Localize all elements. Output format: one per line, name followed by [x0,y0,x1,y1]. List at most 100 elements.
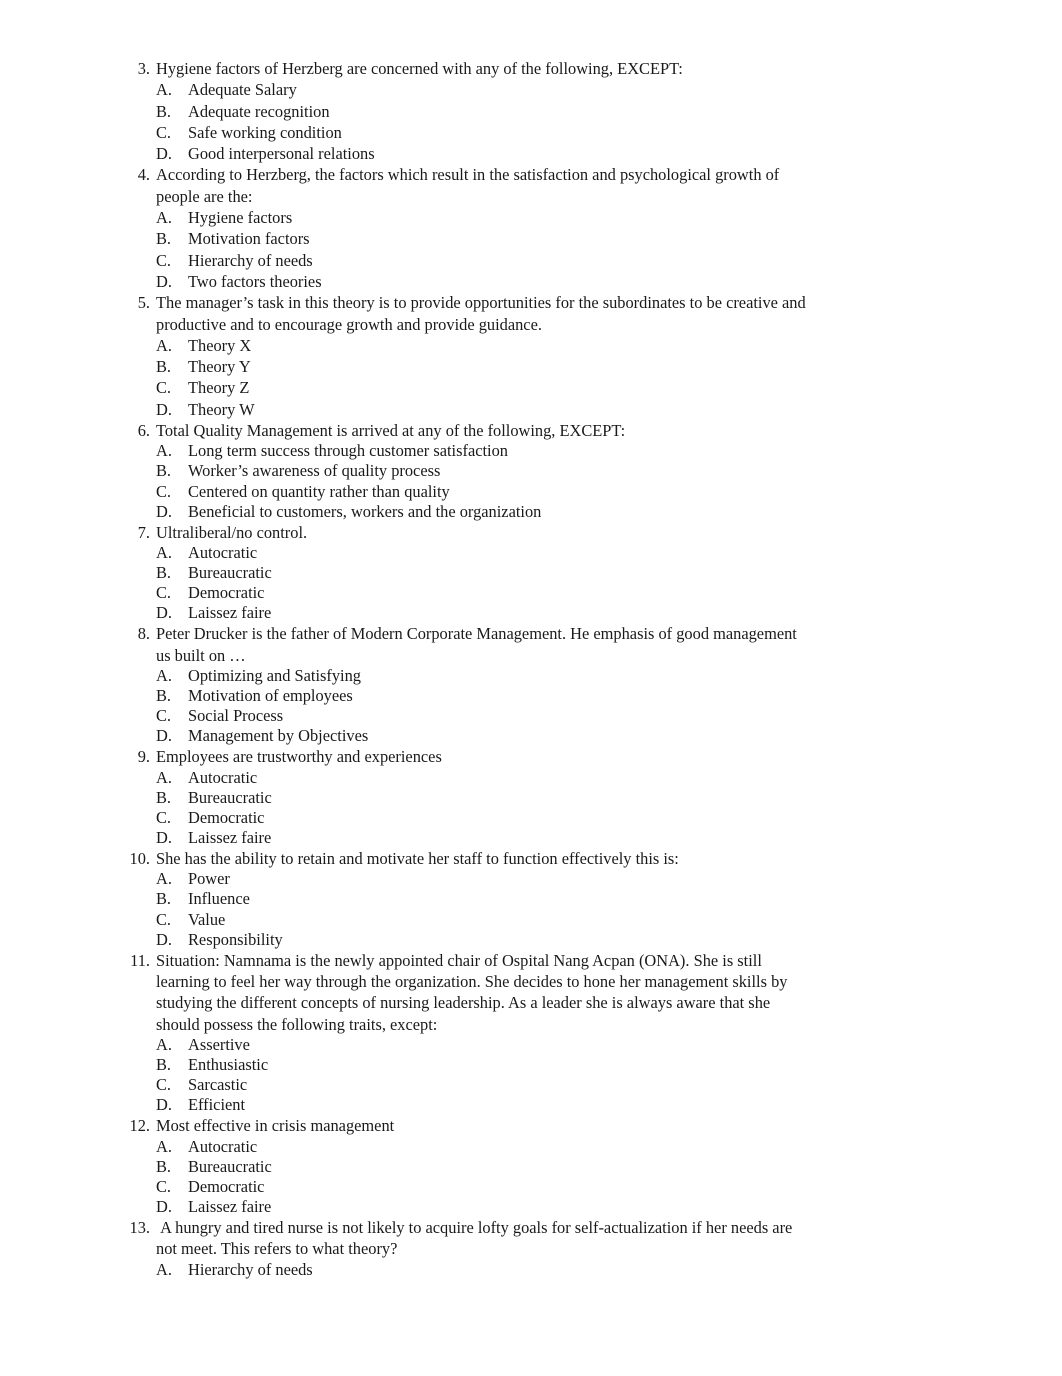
option-text: Bureaucratic [188,787,272,807]
option-letter: B. [156,563,172,583]
option-item[interactable]: D. Responsibility [156,930,806,950]
option-letter: B. [156,229,172,249]
option-text: Theory W [188,399,255,419]
option-letter: A. [156,869,172,889]
option-item[interactable]: B. Bureaucratic [156,788,806,808]
option-item[interactable]: D. Laissez faire [156,1197,806,1217]
option-letter: D. [156,1095,172,1115]
option-item[interactable]: D. Management by Objectives [156,726,806,746]
option-item[interactable]: A. Hierarchy of needs [156,1260,806,1280]
option-item[interactable]: B. Adequate recognition [156,101,806,122]
option-list: A. Theory X B. Theory Y C. Theory Z D. Theory W [156,335,806,420]
option-item[interactable]: C. Centered on quantity rather than quali… [156,482,806,502]
option-letter: B. [156,686,172,706]
option-letter: C. [156,1176,172,1196]
option-list: A. Autocratic B. Bureaucratic C. Democratic D.… [156,1137,806,1217]
option-item[interactable]: B. Influence [156,889,806,909]
option-list: A. Autocratic B. Bureaucratic C. Democratic D.… [156,768,806,848]
option-letter: C. [156,909,172,929]
option-item[interactable]: D. Two factors theories [156,271,806,292]
option-list: A. Power B. Influence C. Value D. Responsibilit… [156,869,806,949]
option-item[interactable]: C. Hierarchy of needs [156,250,806,271]
option-text: Motivation factors [188,229,310,249]
option-item[interactable]: A. Autocratic [156,543,806,563]
option-item[interactable]: B. Motivation factors [156,228,806,249]
option-letter: A. [156,1136,172,1156]
option-item[interactable]: D. Efficient [156,1095,806,1115]
option-text: Assertive [188,1034,250,1054]
option-letter: C. [156,122,172,142]
option-item[interactable]: A. Autocratic [156,1137,806,1157]
option-item[interactable]: A. Power [156,869,806,889]
option-text: Long term success through customer satis… [188,441,508,461]
option-item[interactable]: A. Optimizing and Satisfying [156,666,806,686]
option-item[interactable]: C. Democratic [156,583,806,603]
question-stem: Hygiene factors of Herzberg are concerne… [156,59,683,78]
option-letter: A. [156,335,172,355]
option-text: Theory Z [188,378,250,398]
option-letter: B. [156,889,172,909]
option-text: Laissez faire [188,1196,272,1216]
option-item[interactable]: D. Beneficial to customers, workers and t… [156,502,806,522]
option-text: Theory X [188,335,252,355]
option-list: A. Autocratic B. Bureaucratic C. Democratic D.… [156,543,806,623]
option-item[interactable]: A. Assertive [156,1035,806,1055]
option-text: Democratic [188,583,265,603]
option-letter: D. [156,929,172,949]
option-letter: A. [156,1034,172,1054]
question-number: 8. [137,624,150,644]
question-item: 8. Peter Drucker is the father of Modern … [126,623,806,746]
option-letter: C. [156,481,172,501]
option-text: Adequate Salary [188,80,297,100]
question-stem: Ultraliberal/no control. [156,522,308,542]
option-item[interactable]: C. Social Process [156,706,806,726]
option-item[interactable]: B. Theory Y [156,356,806,377]
option-item[interactable]: B. Enthusiastic [156,1055,806,1075]
option-item[interactable]: C. Democratic [156,808,806,828]
option-item[interactable]: C. Safe working condition [156,122,806,143]
option-item[interactable]: C. Theory Z [156,377,806,398]
option-item[interactable]: C. Sarcastic [156,1075,806,1095]
option-text: Hygiene factors [188,208,293,228]
option-letter: D. [156,603,172,623]
option-text: Enthusiastic [188,1054,269,1074]
option-item[interactable]: A. Hygiene factors [156,207,806,228]
option-letter: D. [156,827,172,847]
option-text: Sarcastic [188,1075,248,1095]
option-letter: C. [156,378,172,398]
option-item[interactable]: B. Bureaucratic [156,563,806,583]
question-number: 12. [129,1116,151,1136]
option-item[interactable]: A. Long term success through customer sat… [156,441,806,461]
option-letter: B. [156,357,172,377]
option-item[interactable]: D. Good interpersonal relations [156,143,806,164]
question-number: 13. [129,1217,151,1237]
option-text: Bureaucratic [188,1156,272,1176]
option-item[interactable]: B. Motivation of employees [156,686,806,706]
option-item[interactable]: C. Democratic [156,1177,806,1197]
option-item[interactable]: D. Laissez faire [156,603,806,623]
option-item[interactable]: C. Value [156,910,806,930]
option-letter: A. [156,665,172,685]
option-letter: A. [156,80,172,100]
option-letter: B. [156,787,172,807]
option-item[interactable]: B. Worker’s awareness of quality process [156,461,806,481]
option-list: A. Hygiene factors B. Motivation factors C. H… [156,207,806,292]
option-item[interactable]: A. Autocratic [156,768,806,788]
document-page: 3. Hygiene factors of Herzberg are concer… [0,0,1062,1376]
option-item[interactable]: D. Laissez faire [156,828,806,848]
option-text: Democratic [188,807,265,827]
option-letter: A. [156,208,172,228]
option-text: Autocratic [188,1136,258,1156]
option-text: Two factors theories [188,271,322,291]
question-number: 6. [137,421,150,441]
question-item: 13. A hungry and tired nurse is not like… [126,1217,806,1280]
option-text: Beneficial to customers, workers and the… [188,501,542,521]
option-item[interactable]: D. Theory W [156,399,806,420]
option-item[interactable]: A. Adequate Salary [156,79,806,100]
option-letter: D. [156,1196,172,1216]
option-item[interactable]: B. Bureaucratic [156,1157,806,1177]
question-item: 12. Most effective in crisis management A.… [126,1115,806,1217]
question-stem: Total Quality Management is arrived at a… [156,421,626,441]
question-stem: Peter Drucker is the father of Modern Co… [156,624,801,665]
option-item[interactable]: A. Theory X [156,335,806,356]
